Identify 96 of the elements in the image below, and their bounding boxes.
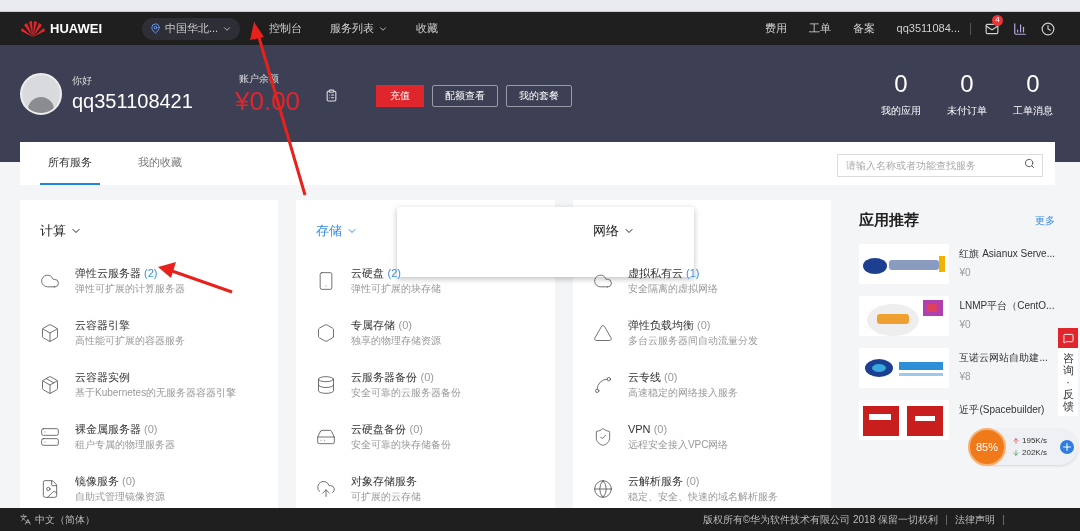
action-button[interactable]: 配额查看 bbox=[432, 84, 498, 107]
service-link[interactable]: 弹性云服务器 (2) bbox=[75, 264, 185, 282]
service-link[interactable]: 云服务器备份 (0) bbox=[351, 368, 462, 386]
plus-icon[interactable] bbox=[1060, 440, 1074, 454]
service-link[interactable]: 云硬盘 (2) bbox=[351, 264, 442, 282]
section-heading[interactable]: 网络 bbox=[592, 221, 619, 241]
service-link[interactable]: 云容器引擎 bbox=[75, 316, 185, 334]
app-name[interactable]: 红旗 Asianux Serve... bbox=[959, 246, 1055, 261]
service-description: 自助式管理镜像资源 bbox=[75, 490, 165, 505]
nav-link[interactable]: 工单 bbox=[808, 20, 831, 37]
stat-label: 我的应用 bbox=[881, 104, 921, 118]
notification-badge: 4 bbox=[992, 14, 1003, 26]
service-description: 可扩展的云存储 bbox=[351, 490, 422, 505]
tab[interactable]: 我的收藏 bbox=[130, 142, 190, 185]
tab[interactable]: 所有服务 bbox=[40, 142, 100, 185]
app-price: ¥8 bbox=[959, 370, 972, 384]
app-name[interactable]: 互诺云网站自助建... bbox=[959, 350, 1048, 365]
service-icon bbox=[592, 374, 613, 395]
service-link[interactable]: 镜像服务 (0) bbox=[75, 472, 165, 490]
copyright-text: 版权所有©华为软件技术有限公司 2018 保留一切权利 bbox=[702, 513, 938, 527]
service-icon bbox=[592, 478, 613, 499]
download-icon bbox=[1012, 449, 1020, 457]
upload-icon bbox=[1012, 437, 1020, 445]
nav-link[interactable]: 备案 bbox=[852, 20, 875, 37]
nav-link[interactable]: 控制台 bbox=[269, 20, 303, 37]
account-link[interactable]: qq3511084... bbox=[896, 20, 960, 37]
stat-value: 0 bbox=[960, 69, 974, 99]
stat-label: 工单消息 bbox=[1013, 104, 1053, 118]
service-link[interactable]: 云容器实例 bbox=[75, 368, 237, 386]
section-heading[interactable]: 计算 bbox=[40, 221, 66, 241]
language-icon[interactable] bbox=[20, 514, 31, 525]
language-selector[interactable]: 中文（简体） bbox=[35, 512, 95, 527]
service-icon bbox=[40, 478, 60, 499]
feedback-label[interactable]: 咨询·反馈 bbox=[1058, 348, 1078, 417]
app-price: ¥0 bbox=[959, 318, 972, 332]
greeting-text: 你好 bbox=[72, 74, 93, 88]
action-button[interactable]: 我的套餐 bbox=[506, 84, 572, 107]
apps-heading: 应用推荐 bbox=[859, 209, 920, 230]
service-link[interactable]: 裸金属服务器 (0) bbox=[75, 420, 175, 438]
mail-icon[interactable] bbox=[985, 21, 999, 36]
action-button[interactable]: 充值 bbox=[376, 84, 424, 107]
region-selector[interactable]: 中国华北... bbox=[142, 17, 241, 40]
service-link[interactable]: 对象存储服务 bbox=[351, 472, 422, 490]
service-description: 高速稳定的网络接入服务 bbox=[627, 386, 738, 401]
service-description: 安全隔离的虚拟网络 bbox=[627, 282, 718, 297]
feedback-button[interactable] bbox=[1058, 328, 1078, 348]
service-description: 弹性可扩展的计算服务器 bbox=[75, 282, 185, 297]
service-link[interactable]: 云专线 (0) bbox=[627, 368, 738, 386]
service-description: 基于Kubernetes的无服务器容器引擎 bbox=[75, 386, 237, 401]
nav-link[interactable]: 收藏 bbox=[416, 20, 439, 37]
service-link[interactable]: 专属存储 (0) bbox=[351, 316, 442, 334]
speed-widget[interactable]: 85% 195K/s 202K/s bbox=[970, 429, 1078, 465]
service-icon bbox=[316, 322, 337, 343]
service-link[interactable]: 虚拟私有云 (1) bbox=[627, 264, 718, 282]
service-icon bbox=[40, 426, 60, 447]
app-name[interactable]: LNMP平台（CentO... bbox=[959, 298, 1055, 313]
stat-value: 0 bbox=[894, 69, 908, 99]
service-icon bbox=[316, 478, 337, 499]
logo-icon bbox=[20, 19, 46, 38]
clock-icon[interactable] bbox=[1041, 21, 1055, 36]
service-description: 多台云服务器间自动流量分发 bbox=[627, 334, 758, 349]
stat-value: 0 bbox=[1026, 69, 1040, 99]
download-speed: 202K/s bbox=[1022, 447, 1047, 459]
service-description: 远程安全接入VPC网络 bbox=[627, 438, 729, 453]
service-link[interactable]: VPN (0) bbox=[627, 420, 729, 438]
service-description: 高性能可扩展的容器服务 bbox=[75, 334, 185, 349]
service-description: 安全可靠的块存储备份 bbox=[351, 438, 452, 453]
bar-chart-icon[interactable] bbox=[1013, 21, 1027, 36]
service-description: 独享的物理存储资源 bbox=[351, 334, 442, 349]
clipboard-icon[interactable] bbox=[325, 89, 338, 102]
username: qq351108421 bbox=[72, 89, 194, 114]
service-description: 租户专属的物理服务器 bbox=[75, 438, 175, 453]
app-name[interactable]: 近乎(Spacebuilder) bbox=[959, 402, 1045, 417]
nav-link[interactable]: 费用 bbox=[764, 20, 787, 37]
upload-speed: 195K/s bbox=[1022, 435, 1047, 447]
location-icon bbox=[150, 23, 161, 34]
service-description: 安全可靠的云服务器备份 bbox=[351, 386, 462, 401]
search-field[interactable]: 请输入名称或者功能查找服务 bbox=[837, 154, 1043, 177]
service-icon bbox=[316, 374, 337, 395]
section-heading[interactable]: 存储 bbox=[316, 221, 343, 241]
service-icon bbox=[592, 322, 613, 343]
service-link[interactable]: 云硬盘备份 (0) bbox=[351, 420, 452, 438]
service-description: 稳定、安全、快速的域名解析服务 bbox=[627, 490, 778, 505]
nav-link[interactable]: 服务列表 bbox=[330, 20, 389, 37]
brand-name: HUAWEI bbox=[50, 19, 102, 38]
search-icon[interactable] bbox=[1024, 158, 1035, 169]
app-price: ¥0 bbox=[959, 266, 972, 280]
service-link[interactable]: 云解析服务 (0) bbox=[627, 472, 778, 490]
chat-icon bbox=[1062, 332, 1074, 344]
avatar bbox=[20, 72, 62, 115]
service-icon bbox=[40, 322, 60, 343]
stat-label: 未付订单 bbox=[947, 104, 987, 118]
footer-link[interactable]: 法律声明 bbox=[955, 512, 995, 527]
service-link[interactable]: 弹性负载均衡 (0) bbox=[627, 316, 758, 334]
service-description: 弹性可扩展的块存储 bbox=[351, 282, 442, 297]
service-icon bbox=[40, 374, 60, 395]
